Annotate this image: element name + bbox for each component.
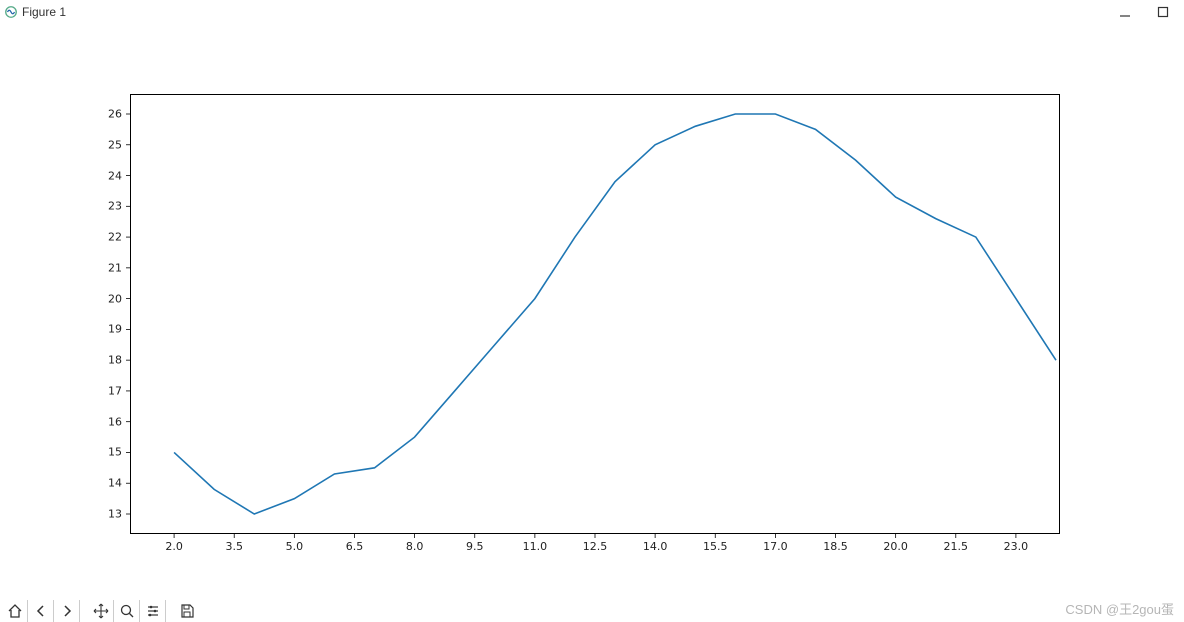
x-tick-label: 2.0 (154, 540, 194, 553)
y-tick-label: 26 (92, 108, 122, 121)
figure-canvas[interactable]: 13 14 15 16 17 18 19 20 21 22 23 24 25 26 2.0 3.5 5.0 6.5… (0, 24, 1184, 600)
x-tick-label: 21.5 (936, 540, 976, 553)
zoom-button[interactable] (114, 600, 140, 622)
subplots-button[interactable] (140, 600, 166, 622)
y-tick-label: 24 (92, 169, 122, 182)
data-line (174, 114, 1056, 514)
window-title: Figure 1 (22, 5, 66, 19)
minimize-button[interactable] (1118, 5, 1132, 19)
x-tick-label: 12.5 (575, 540, 615, 553)
x-tick-label: 15.5 (695, 540, 735, 553)
x-tick-label: 20.0 (876, 540, 916, 553)
x-tick-label: 3.5 (214, 540, 254, 553)
maximize-button[interactable] (1156, 5, 1170, 19)
y-tick-label: 15 (92, 446, 122, 459)
x-tick-label: 11.0 (515, 540, 555, 553)
y-tick-label: 19 (92, 323, 122, 336)
app-icon (4, 5, 18, 19)
save-button[interactable] (174, 600, 200, 622)
pan-button[interactable] (88, 600, 114, 622)
home-button[interactable] (2, 600, 28, 622)
x-tick-label: 6.5 (334, 540, 374, 553)
y-tick-label: 21 (92, 261, 122, 274)
y-tick-label: 18 (92, 354, 122, 367)
y-tick-label: 23 (92, 200, 122, 213)
back-button[interactable] (28, 600, 54, 622)
line-plot (0, 24, 1184, 600)
x-tick-label: 23.0 (996, 540, 1036, 553)
watermark: CSDN @王2gou蛋 (1065, 599, 1174, 618)
x-tick-label: 18.5 (816, 540, 856, 553)
x-tick-label: 9.5 (455, 540, 495, 553)
x-tick-label: 8.0 (395, 540, 435, 553)
x-tick-label: 17.0 (755, 540, 795, 553)
x-tick-label: 5.0 (274, 540, 314, 553)
y-tick-label: 13 (92, 508, 122, 521)
forward-button[interactable] (54, 600, 80, 622)
x-tick-label: 14.0 (635, 540, 675, 553)
y-tick-label: 20 (92, 292, 122, 305)
y-tick-label: 14 (92, 477, 122, 490)
y-tick-label: 16 (92, 415, 122, 428)
titlebar: Figure 1 (0, 0, 1184, 24)
y-tick-label: 25 (92, 138, 122, 151)
y-tick-label: 22 (92, 231, 122, 244)
nav-toolbar (0, 600, 202, 622)
y-tick-label: 17 (92, 384, 122, 397)
